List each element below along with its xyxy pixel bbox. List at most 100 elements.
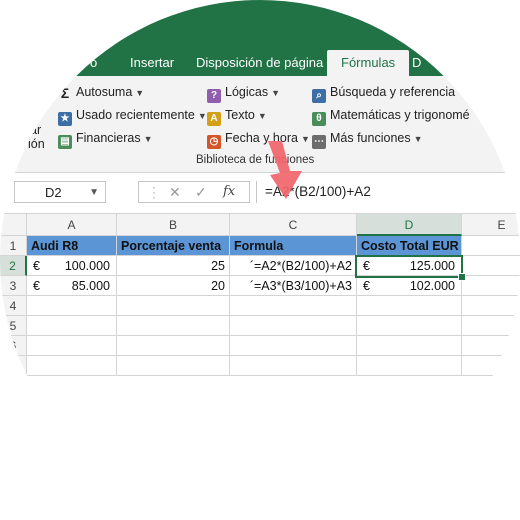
texto-label: Texto	[225, 108, 255, 122]
annotation-arrow-icon	[268, 141, 302, 199]
worksheet-grid: A B C D E 1 2 3 4 5 6 7 Audi R8 Porcenta…	[0, 214, 520, 520]
row-header-2[interactable]: 2	[0, 256, 27, 276]
cell-value: 102.000	[409, 279, 455, 293]
fill-handle[interactable]	[458, 273, 466, 281]
chevron-down-icon: ▼	[143, 134, 153, 144]
currency-symbol: €	[33, 279, 40, 293]
tab-inicio-partial[interactable]: o	[90, 50, 97, 76]
column-header-b[interactable]: B	[117, 214, 230, 236]
cell-e6[interactable]	[462, 336, 520, 356]
logicas-button[interactable]: ? Lógicas ▼	[207, 82, 280, 103]
cell-b2[interactable]: 25	[117, 256, 230, 276]
currency-symbol: €	[33, 259, 40, 273]
cell-a6[interactable]	[27, 336, 117, 356]
cell-a1[interactable]: Audi R8	[27, 236, 117, 256]
cell-e2[interactable]	[462, 256, 520, 276]
cell-d3[interactable]: € 102.000	[357, 276, 462, 296]
row-header-1[interactable]: 1	[0, 236, 27, 256]
autosuma-button[interactable]: Σ Autosuma ▼	[58, 82, 144, 102]
screenshot-stage: o Insertar Disposición de página Fórmula…	[0, 0, 520, 520]
book-icon: ▤	[58, 135, 72, 149]
busqueda-referencia-button[interactable]: ⌕ Búsqueda y referencia	[312, 82, 455, 103]
cell-value: 85.000	[71, 279, 110, 293]
cell-value: 100.000	[64, 259, 110, 273]
mas-funciones-button[interactable]: ⋯ Más funciones ▼	[312, 128, 423, 149]
cell-a5[interactable]	[27, 316, 117, 336]
cell-c5[interactable]	[230, 316, 357, 336]
cell-a2[interactable]: € 100.000	[27, 256, 117, 276]
insert-function-icon[interactable]: fx	[223, 182, 235, 202]
cell-d7[interactable]	[357, 356, 462, 376]
cell-b6[interactable]	[117, 336, 230, 356]
name-box[interactable]: D2 ▼	[14, 181, 106, 203]
star-icon: ★	[58, 112, 72, 126]
texto-button[interactable]: A Texto ▼	[207, 105, 267, 126]
chevron-down-icon[interactable]: ▼	[89, 182, 99, 204]
name-box-value: D2	[45, 185, 62, 200]
cell-c2[interactable]: ´=A2*(B2/100)+A2	[230, 256, 357, 276]
cell-d1[interactable]: Costo Total EUR	[357, 236, 462, 256]
formula-bar: D2 ▼ ⋮ ✕ ✓ fx =A2*(B2/100)+A2	[0, 173, 520, 214]
cancel-icon[interactable]: ✕	[169, 182, 181, 202]
cell-a4[interactable]	[27, 296, 117, 316]
cell-d4[interactable]	[357, 296, 462, 316]
tab-disposicion-pagina[interactable]: Disposición de página	[196, 50, 323, 76]
cell-d6[interactable]	[357, 336, 462, 356]
tab-formulas[interactable]: Fórmulas	[327, 50, 410, 76]
ribbon-formulas-panel: ar ión Σ Autosuma ▼ ★ Usado recientemente ▼ …	[0, 76, 520, 173]
insert-function-label-partial-2[interactable]: ión	[28, 134, 45, 154]
cell-c4[interactable]	[230, 296, 357, 316]
ribbon-tab-bar: o Insertar Disposición de página Fórmula…	[0, 0, 520, 76]
tab-insertar[interactable]: Insertar	[130, 50, 174, 76]
mas-label: Más funciones	[330, 131, 411, 145]
cell-c6[interactable]	[230, 336, 357, 356]
column-header-e[interactable]: E	[462, 214, 520, 236]
chevron-down-icon: ▼	[413, 134, 423, 144]
column-header-c[interactable]: C	[230, 214, 357, 236]
formula-buttons: ⋮ ✕ ✓ fx	[138, 181, 250, 203]
confirm-icon[interactable]: ✓	[195, 182, 207, 202]
column-header-a[interactable]: A	[27, 214, 117, 236]
chevron-down-icon: ▼	[197, 111, 207, 121]
cell-e4[interactable]	[462, 296, 520, 316]
row-header-5[interactable]: 5	[0, 316, 27, 336]
row-header-3[interactable]: 3	[0, 276, 27, 296]
cell-e5[interactable]	[462, 316, 520, 336]
text-book-icon: A	[207, 112, 221, 126]
currency-symbol: €	[363, 279, 370, 293]
cell-d2[interactable]: € 125.000	[357, 256, 462, 276]
question-book-icon: ?	[207, 89, 221, 103]
column-header-d[interactable]: D	[357, 214, 462, 236]
row-header-7[interactable]: 7	[0, 356, 27, 376]
cell-c3[interactable]: ´=A3*(B3/100)+A3	[230, 276, 357, 296]
cell-a3[interactable]: € 85.000	[27, 276, 117, 296]
logicas-label: Lógicas	[225, 85, 269, 99]
chevron-down-icon: ▼	[257, 111, 267, 121]
cell-e3[interactable]	[462, 276, 520, 296]
tab-datos-partial[interactable]: D	[412, 50, 421, 76]
cell-b1[interactable]: Porcentaje venta	[117, 236, 230, 256]
matematicas-button[interactable]: θ Matemáticas y trigonomé	[312, 105, 470, 126]
financieras-button[interactable]: ▤ Financieras ▼	[58, 128, 153, 149]
cell-b5[interactable]	[117, 316, 230, 336]
magnifier-book-icon: ⌕	[312, 89, 326, 103]
cell-a7[interactable]	[27, 356, 117, 376]
cell-d5[interactable]	[357, 316, 462, 336]
cell-b4[interactable]	[117, 296, 230, 316]
cell-e7[interactable]	[462, 356, 520, 376]
cell-c7[interactable]	[230, 356, 357, 376]
more-functions-icon: ⋯	[312, 135, 326, 149]
cell-value: 125.000	[409, 259, 455, 273]
drag-handle-icon[interactable]: ⋮	[147, 182, 161, 202]
matematicas-label: Matemáticas y trigonomé	[330, 108, 470, 122]
cell-c1[interactable]: Formula	[230, 236, 357, 256]
financieras-label: Financieras	[76, 131, 141, 145]
select-all-corner[interactable]	[0, 214, 27, 236]
cell-b7[interactable]	[117, 356, 230, 376]
clock-icon: ◷	[207, 135, 221, 149]
cell-e1[interactable]	[462, 236, 520, 256]
row-header-6[interactable]: 6	[0, 336, 27, 356]
row-header-4[interactable]: 4	[0, 296, 27, 316]
usado-recientemente-button[interactable]: ★ Usado recientemente ▼	[58, 105, 207, 126]
cell-b3[interactable]: 20	[117, 276, 230, 296]
